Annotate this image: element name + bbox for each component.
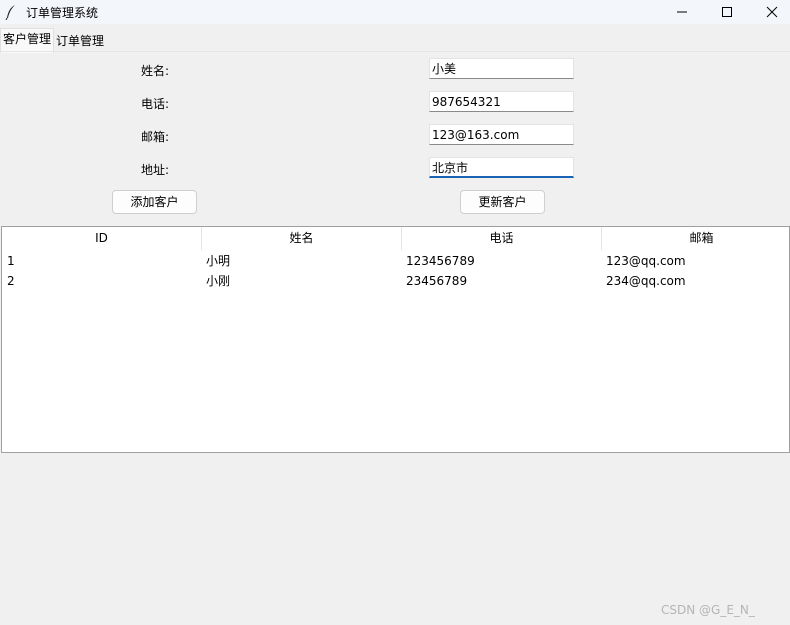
minimize-icon bbox=[677, 11, 687, 13]
update-customer-button[interactable]: 更新客户 bbox=[460, 190, 545, 214]
address-label: 地址: bbox=[141, 163, 170, 177]
close-button[interactable] bbox=[749, 0, 790, 24]
cell-name: 小明 bbox=[206, 254, 231, 268]
feather-icon bbox=[5, 5, 15, 20]
watermark: CSDN @G_E_N_ bbox=[661, 603, 755, 617]
maximize-icon bbox=[722, 7, 732, 17]
maximize-button[interactable] bbox=[704, 0, 750, 24]
tab-divider bbox=[0, 51, 790, 52]
cell-email: 123@qq.com bbox=[606, 254, 686, 268]
cell-phone: 123456789 bbox=[406, 254, 475, 268]
cell-email: 234@qq.com bbox=[606, 274, 686, 288]
email-field[interactable] bbox=[429, 124, 574, 145]
column-header-phone[interactable]: 电话 bbox=[402, 227, 602, 250]
cell-id: 2 bbox=[7, 274, 15, 288]
close-icon bbox=[766, 6, 778, 18]
column-header-name[interactable]: 姓名 bbox=[202, 227, 402, 250]
address-field[interactable] bbox=[429, 157, 574, 178]
name-field[interactable] bbox=[429, 58, 574, 79]
phone-field[interactable] bbox=[429, 91, 574, 112]
add-customer-button[interactable]: 添加客户 bbox=[112, 190, 197, 214]
table-row[interactable]: 1 小明 123456789 123@qq.com bbox=[2, 251, 789, 271]
window-title: 订单管理系统 bbox=[26, 6, 99, 20]
tab-order-management[interactable]: 订单管理 bbox=[54, 30, 106, 52]
cell-name: 小刚 bbox=[206, 274, 231, 288]
name-label: 姓名: bbox=[141, 64, 170, 78]
table-header: ID 姓名 电话 邮箱 bbox=[2, 227, 789, 250]
customer-table[interactable]: ID 姓名 电话 邮箱 1 小明 123456789 123@qq.com 2 … bbox=[1, 226, 790, 453]
column-header-email[interactable]: 邮箱 bbox=[602, 227, 789, 250]
tab-customer-management[interactable]: 客户管理 bbox=[0, 28, 55, 53]
tab-bar: 客户管理 订单管理 bbox=[0, 28, 790, 53]
title-bar: 订单管理系统 bbox=[0, 0, 790, 24]
cell-phone: 23456789 bbox=[406, 274, 468, 288]
cell-id: 1 bbox=[7, 254, 15, 268]
phone-label: 电话: bbox=[141, 97, 170, 111]
minimize-button[interactable] bbox=[659, 0, 705, 24]
table-row[interactable]: 2 小刚 23456789 234@qq.com bbox=[2, 271, 789, 291]
column-header-id[interactable]: ID bbox=[2, 227, 202, 250]
email-label: 邮箱: bbox=[141, 130, 170, 144]
